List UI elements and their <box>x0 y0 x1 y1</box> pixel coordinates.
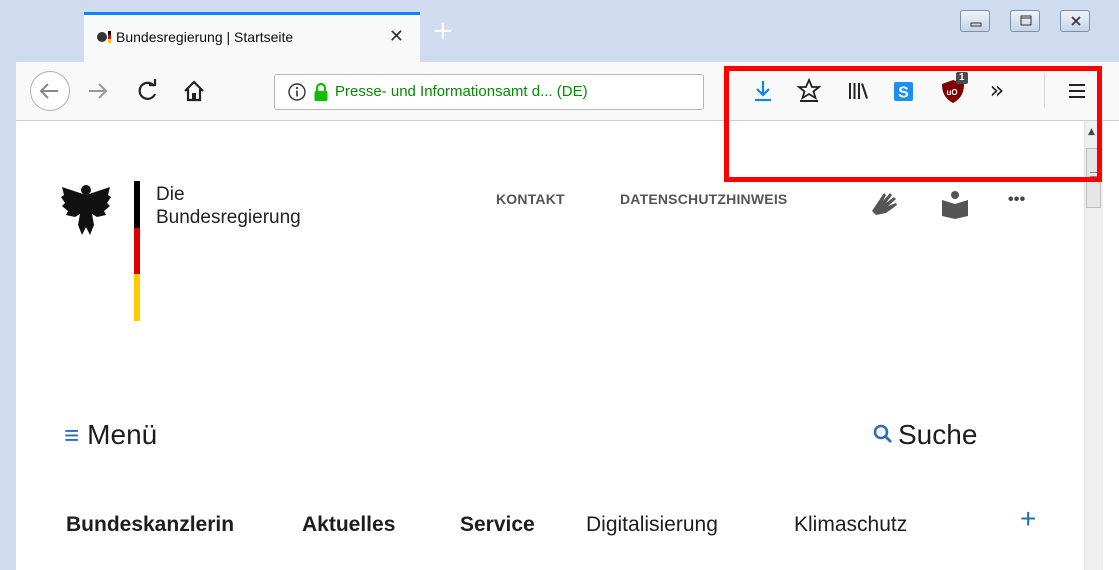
nav-aktuelles[interactable]: Aktuelles <box>302 513 395 537</box>
navigation-toolbar: Presse- und Informationsamt d... (DE) S <box>16 62 1119 121</box>
download-icon <box>755 81 771 102</box>
more-icon[interactable]: ••• <box>1008 191 1025 209</box>
nav-digitalisierung[interactable]: Digitalisierung <box>586 513 718 537</box>
scroll-up-arrow-icon[interactable]: ▲ <box>1088 127 1095 137</box>
window-frame-left <box>0 0 16 570</box>
menu-bars-icon: ≡ <box>64 420 80 450</box>
back-arrow-icon <box>39 83 58 99</box>
svg-text:S: S <box>898 85 909 102</box>
bookmarks-menu-button[interactable] <box>794 76 824 106</box>
library-icon <box>849 83 868 99</box>
scrollbar-thumb[interactable] <box>1086 148 1101 208</box>
link-kontakt[interactable]: KONTAKT <box>496 191 565 207</box>
nav-expand-plus-icon[interactable]: + <box>1020 503 1036 535</box>
overflow-button[interactable]: » <box>982 76 1012 106</box>
s-extension-icon: S <box>894 82 913 102</box>
site-identity-label: Presse- und Informationsamt d... (DE) <box>335 83 588 100</box>
reload-button[interactable] <box>128 71 168 111</box>
restore-window-icon[interactable] <box>1010 10 1040 32</box>
home-button[interactable] <box>174 71 214 111</box>
search-label: Suche <box>898 419 978 450</box>
ublock-badge: 1 <box>956 72 968 84</box>
tab-close-icon[interactable]: ✕ <box>389 26 404 47</box>
wordmark-line-2: Bundesregierung <box>156 207 301 228</box>
bookmark-star-icon <box>796 77 822 102</box>
forward-arrow-icon <box>89 83 108 99</box>
sign-language-icon[interactable] <box>868 189 900 217</box>
info-icon[interactable] <box>287 82 307 102</box>
s-extension-button[interactable]: S <box>888 76 918 106</box>
overflow-icon: » <box>989 76 1005 104</box>
url-bar[interactable]: Presse- und Informationsamt d... (DE) <box>274 74 704 110</box>
reload-icon <box>138 79 157 100</box>
home-icon <box>184 80 204 102</box>
library-button[interactable] <box>842 76 872 106</box>
tab-title: Bundesregierung | Startseite <box>116 29 294 45</box>
site-wordmark[interactable]: Die Bundesregierung <box>156 183 301 229</box>
back-button[interactable] <box>30 71 70 111</box>
hamburger-menu-icon <box>1069 84 1085 98</box>
nav-service[interactable]: Service <box>460 513 535 537</box>
close-window-icon[interactable] <box>1060 10 1090 32</box>
minimize-window-icon[interactable] <box>960 10 990 32</box>
svg-text:uO: uO <box>946 88 957 97</box>
tab-bundesregierung[interactable]: Bundesregierung | Startseite ✕ <box>84 12 420 62</box>
menu-label: Menü <box>87 419 158 450</box>
download-button[interactable] <box>748 76 778 106</box>
wordmark-line-1: Die <box>156 184 185 205</box>
web-page-content: Die Bundesregierung KONTAKT DATENSCHUTZH… <box>16 121 1084 570</box>
german-flag-stripe <box>134 181 140 321</box>
search-toggle[interactable]: Suche <box>872 419 977 451</box>
forward-button[interactable] <box>78 71 118 111</box>
nav-klimaschutz[interactable]: Klimaschutz <box>794 513 907 537</box>
window-titlebar: Bundesregierung | Startseite ✕ + <box>0 0 1119 62</box>
nav-bundeskanzlerin[interactable]: Bundeskanzlerin <box>66 513 234 537</box>
flag-gold <box>134 274 140 321</box>
new-tab-icon[interactable]: + <box>432 18 454 44</box>
lock-icon <box>314 82 328 101</box>
flag-red <box>134 227 140 275</box>
link-datenschutzhinweis[interactable]: DATENSCHUTZHINWEIS <box>620 191 787 207</box>
menu-toggle[interactable]: ≡ Menü <box>64 419 157 451</box>
flag-black <box>134 181 140 228</box>
ublock-button[interactable]: uO 1 <box>938 72 968 106</box>
federal-eagle-logo <box>61 185 111 235</box>
toolbar-separator <box>1044 74 1045 108</box>
vertical-scrollbar[interactable]: ▲ <box>1084 121 1103 570</box>
eagle-favicon-icon <box>97 31 111 43</box>
easy-language-icon[interactable] <box>940 189 970 219</box>
search-icon <box>873 424 892 443</box>
open-menu-button[interactable] <box>1062 76 1092 106</box>
